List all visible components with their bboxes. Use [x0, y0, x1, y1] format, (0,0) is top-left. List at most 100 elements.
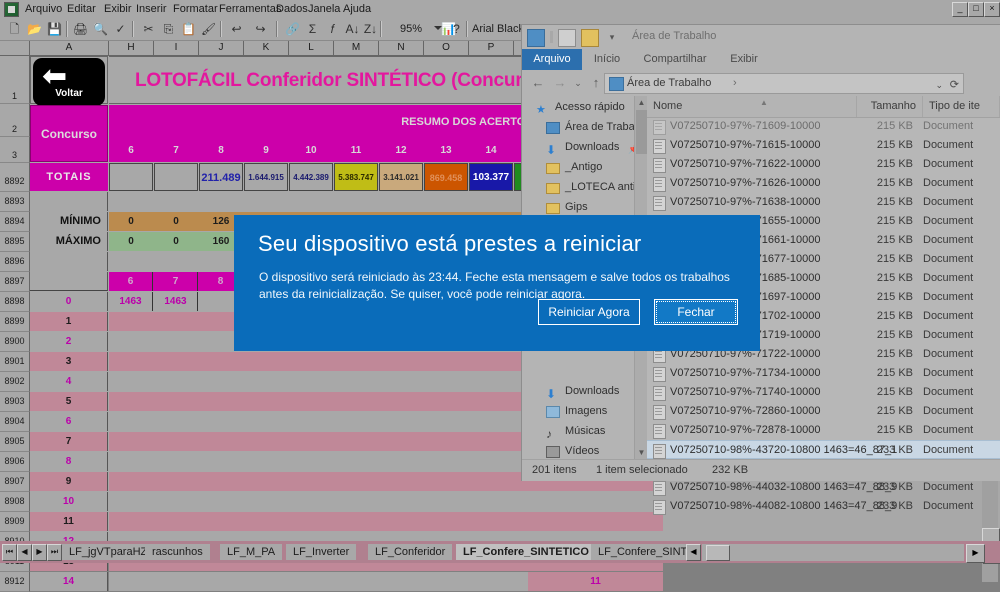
sort-desc-icon[interactable]: Z↓: [362, 21, 379, 37]
col-header-N[interactable]: N: [379, 41, 424, 56]
ribbon-tab-arquivo[interactable]: Arquivo: [522, 49, 582, 70]
close-button[interactable]: ×: [984, 2, 1000, 17]
nav-scroll-up-icon[interactable]: ▲: [635, 96, 647, 109]
tab-split-handle[interactable]: ◀: [686, 544, 701, 561]
cell-minimo-label[interactable]: MÍNIMO: [30, 212, 108, 231]
row-header-3[interactable]: 3: [0, 137, 30, 163]
row-header-8900[interactable]: 8900: [0, 332, 30, 352]
cell-totais-13[interactable]: 869.458: [424, 163, 468, 191]
explorer-title-bar[interactable]: ▾ Área de Trabalho: [522, 25, 1000, 49]
menu-formatar[interactable]: Formatar: [170, 2, 221, 16]
cell-totais-9[interactable]: 1.644.915: [244, 163, 288, 191]
cell-index-1[interactable]: 1: [30, 312, 108, 331]
hit-header-12[interactable]: 12: [379, 133, 423, 162]
right-band-8909[interactable]: [528, 512, 663, 531]
file-row[interactable]: V07250710-97%-71622-10000 215 KB Documen…: [647, 155, 1000, 174]
row-header-8909[interactable]: 8909: [0, 512, 30, 532]
subheader-7[interactable]: 7: [154, 272, 198, 291]
minimize-button[interactable]: _: [952, 2, 968, 17]
new-folder-icon[interactable]: [581, 29, 599, 47]
band-8912[interactable]: [109, 572, 528, 591]
cell-maximo-7[interactable]: 0: [154, 232, 198, 251]
band-8904[interactable]: [109, 412, 528, 431]
address-input[interactable]: Área de Trabalho › ⌄ ⟳: [604, 73, 964, 94]
row-header-8892[interactable]: 8892: [0, 163, 30, 192]
prev-sheet-button[interactable]: ◀: [17, 544, 32, 561]
row-header-8895[interactable]: 8895: [0, 232, 30, 252]
ribbon-tab-exibir[interactable]: Exibir: [720, 49, 768, 70]
hit-header-8[interactable]: 8: [199, 133, 243, 162]
cell-totais-7[interactable]: [154, 163, 198, 191]
row-header-8907[interactable]: 8907: [0, 472, 30, 492]
band-8901[interactable]: [109, 352, 528, 371]
cell-index-9[interactable]: 9: [30, 472, 108, 491]
band-8908[interactable]: [109, 492, 528, 511]
file-row[interactable]: V07250710-97%-71609-10000 215 KB Documen…: [647, 117, 1000, 136]
recent-locations-button[interactable]: ⌄: [570, 75, 586, 91]
col-header-I[interactable]: I: [154, 41, 199, 56]
new-file-icon[interactable]: 🗋: [6, 21, 23, 37]
last-sheet-button[interactable]: ⏭: [47, 544, 62, 561]
col-header-M[interactable]: M: [334, 41, 379, 56]
menu-ajuda[interactable]: Ajuda: [340, 2, 374, 16]
col-header-L[interactable]: L: [289, 41, 334, 56]
ribbon-tab-compartilhar[interactable]: Compartilhar: [632, 49, 718, 70]
cell-totais-label[interactable]: TOTAIS: [30, 163, 108, 191]
column-header-nome[interactable]: Nome: [647, 96, 857, 117]
menu-editar[interactable]: Editar: [64, 2, 99, 16]
voltar-button[interactable]: ⬅ Voltar: [33, 58, 105, 106]
row-header-8896[interactable]: 8896: [0, 252, 30, 272]
file-row[interactable]: V07250710-97%-71734-10000 215 KB Documen…: [647, 364, 1000, 383]
file-row[interactable]: V07250710-97%-71638-10000 215 KB Documen…: [647, 193, 1000, 212]
col-header-P[interactable]: P: [469, 41, 514, 56]
file-row-selected[interactable]: V07250710-98%-43720-10800 1463=46_87_1 2…: [647, 440, 1000, 459]
cell-index-4[interactable]: 4: [30, 372, 108, 391]
hit-header-9[interactable]: 9: [244, 133, 288, 162]
row-header-8898[interactable]: 8898: [0, 292, 30, 312]
next-sheet-button[interactable]: ▶: [32, 544, 47, 561]
print-preview-icon[interactable]: 🔍: [92, 21, 109, 37]
hit-header-14[interactable]: 14: [469, 133, 513, 162]
col-header-H[interactable]: H: [109, 41, 154, 56]
nav-scroll-down-icon[interactable]: ▼: [635, 446, 647, 459]
sheet-tab-rascunhos[interactable]: rascunhos: [145, 544, 210, 560]
font-name-box[interactable]: Arial Black: [472, 22, 524, 37]
cell-totais-8[interactable]: 211.489: [199, 163, 243, 191]
column-header-tamanho[interactable]: Tamanho: [857, 96, 923, 117]
subheader-6[interactable]: 6: [109, 272, 153, 291]
horizontal-scroll-thumb[interactable]: [706, 545, 730, 561]
hit-header-7[interactable]: 7: [154, 133, 198, 162]
file-row[interactable]: V07250710-97%-71626-10000 215 KB Documen…: [647, 174, 1000, 193]
row-header-8901[interactable]: 8901: [0, 352, 30, 372]
sort-asc-icon[interactable]: A↓: [344, 21, 361, 37]
print-icon[interactable]: 🖨: [72, 21, 89, 37]
band-8902[interactable]: [109, 372, 528, 391]
address-chevron-icon[interactable]: ›: [733, 74, 737, 93]
band-8905[interactable]: [109, 432, 528, 451]
sheet-tab-lf-m-pa[interactable]: LF_M_PA: [220, 544, 283, 560]
sheet-tab-lf-inverter[interactable]: LF_Inverter: [286, 544, 357, 560]
sheet-tab-lf-confere-sint[interactable]: LF_Confere_SINT: [591, 544, 695, 560]
cell-A8897[interactable]: [30, 272, 108, 291]
cell-totais-12[interactable]: 3.141.021: [379, 163, 423, 191]
up-button[interactable]: ↑: [588, 75, 604, 91]
cell-totais-14[interactable]: 103.377: [469, 163, 513, 191]
restart-notification-dialog[interactable]: Seu dispositivo está prestes a reiniciar…: [234, 215, 760, 351]
cell-A8896[interactable]: [30, 252, 108, 271]
file-row[interactable]: V07250710-97%-72878-10000 215 KB Documen…: [647, 421, 1000, 440]
band-8906[interactable]: [109, 452, 528, 471]
spellcheck-icon[interactable]: ✓: [112, 21, 129, 37]
restart-now-button[interactable]: Reiniciar Agora: [538, 299, 640, 325]
cell-freq-6[interactable]: 1463: [109, 292, 153, 311]
corner-select-all[interactable]: [0, 41, 30, 56]
row-header-8903[interactable]: 8903: [0, 392, 30, 412]
forward-button[interactable]: →: [552, 75, 568, 91]
properties-icon[interactable]: [558, 29, 576, 47]
cell-index-14[interactable]: 14: [30, 572, 108, 591]
cell-A8893[interactable]: [30, 192, 108, 211]
cell-index-8[interactable]: 8: [30, 452, 108, 471]
hit-header-11[interactable]: 11: [334, 133, 378, 162]
cell-maximo-label[interactable]: MÁXIMO: [30, 232, 108, 251]
band-8909[interactable]: [109, 512, 528, 531]
file-row[interactable]: V07250710-97%-72860-10000 215 KB Documen…: [647, 402, 1000, 421]
